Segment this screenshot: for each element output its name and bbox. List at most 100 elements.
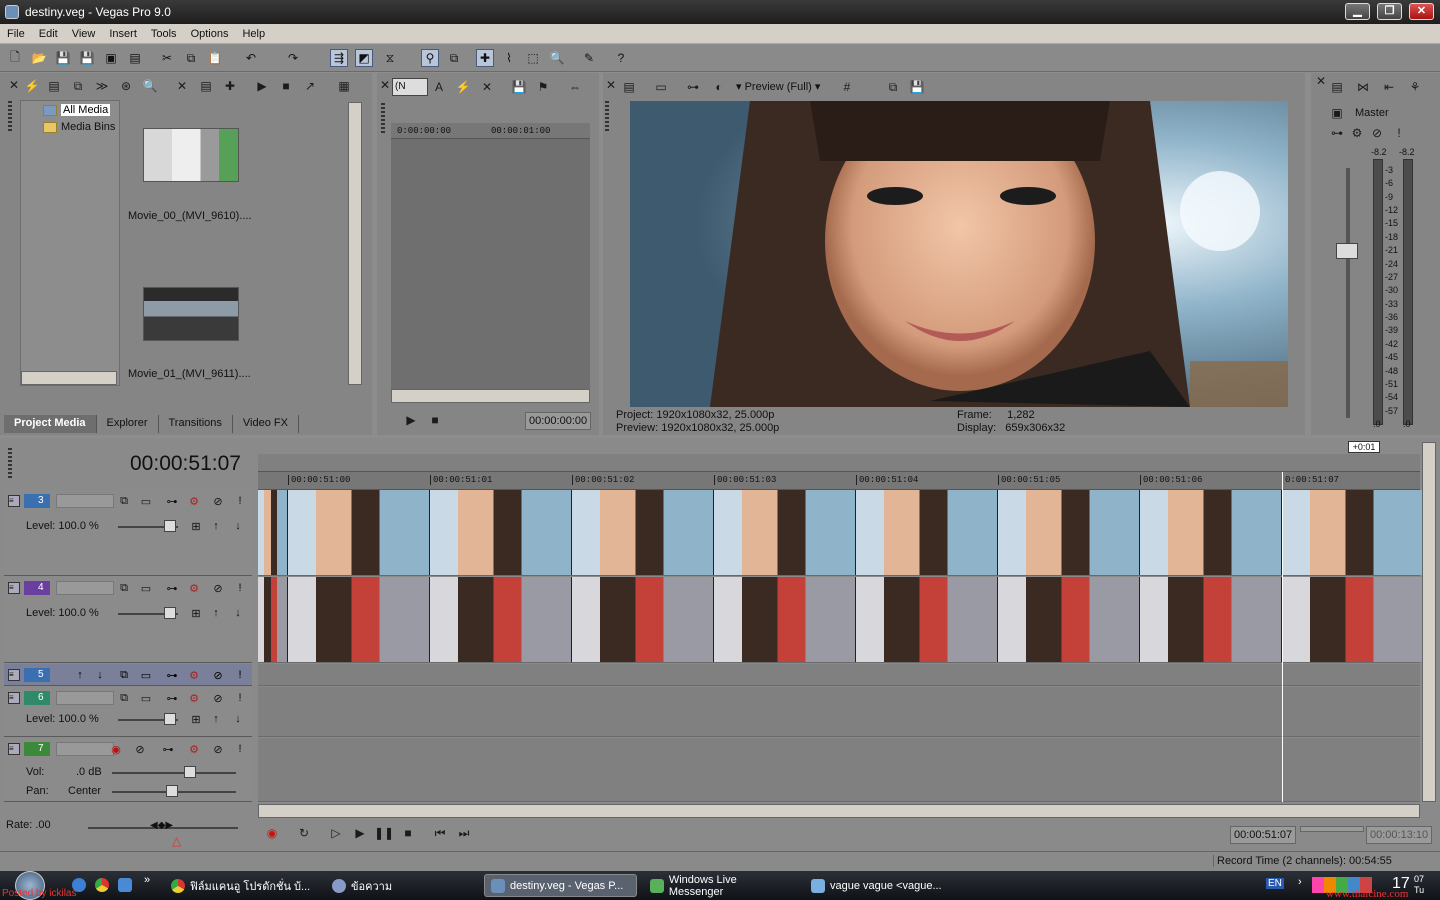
solo-icon[interactable]: ! [232, 741, 248, 757]
solo-icon[interactable]: ! [232, 690, 248, 706]
track-collapse-icon[interactable]: ≡ [8, 582, 20, 594]
clear-icon[interactable]: ✕ [479, 79, 495, 95]
go-to-start-icon[interactable]: ⏮ [432, 825, 448, 841]
media-thumbnail-0[interactable] [143, 128, 239, 182]
playhead[interactable] [1282, 472, 1283, 802]
track-lane-7[interactable] [258, 738, 1420, 802]
trimmer-dropdown[interactable]: (N [392, 78, 428, 96]
auto-ripple-icon[interactable]: ⇶ [330, 49, 348, 67]
minimize-button[interactable]: ▁ [1345, 3, 1370, 20]
track-fx-icon[interactable]: ⚙ [186, 741, 202, 757]
track-lane-3[interactable] [258, 490, 1424, 576]
track-name-field[interactable] [56, 691, 114, 705]
track-fx-icon[interactable]: ⚙ [186, 667, 202, 683]
tray-expand-icon[interactable]: › [1298, 876, 1302, 888]
vol-slider[interactable] [184, 766, 196, 778]
messenger-quicklaunch-icon[interactable] [118, 878, 132, 892]
play-from-start-icon[interactable]: ▷ [328, 825, 344, 841]
close-icon[interactable]: ✕ [603, 77, 619, 93]
media-vscroll[interactable] [348, 102, 362, 385]
solo-icon[interactable]: ! [232, 580, 248, 596]
make-compositing-child-icon[interactable]: ↓ [230, 711, 246, 727]
crossfade-icon[interactable]: ⧖ [381, 49, 399, 67]
preview-quality-dropdown[interactable]: ▾ Preview (Full) ▾ [736, 80, 820, 93]
tab-project-media[interactable]: Project Media [4, 415, 97, 433]
auto-preview-icon[interactable]: ↗ [302, 78, 318, 94]
close-button[interactable]: ✕ [1409, 3, 1434, 20]
play-icon[interactable]: ▶ [254, 78, 270, 94]
make-compositing-parent-icon[interactable]: ↑ [208, 605, 224, 621]
track-lane-6[interactable] [258, 687, 1420, 737]
compositing-icon[interactable]: ⧉ [116, 667, 132, 683]
save-snapshot-icon[interactable]: 💾 [909, 79, 925, 95]
zoom-tool-icon[interactable]: 🔍 [548, 49, 566, 67]
record-icon[interactable]: ◉ [264, 825, 280, 841]
extract-audio-icon[interactable]: ≫ [94, 78, 110, 94]
marker-bar[interactable] [258, 454, 1420, 472]
track-header-5[interactable]: ≡ 5 ↑ ↓ ⧉ ▭ ⊶ ⚙ ⊘ ! [4, 664, 252, 686]
pan-slider[interactable] [166, 785, 178, 797]
snapping-icon[interactable]: ◩ [355, 49, 373, 67]
rate-slider[interactable]: ◀◆▶ [150, 820, 173, 831]
task-messages[interactable]: ข้อความ [326, 874, 476, 897]
stop-icon[interactable]: ■ [278, 78, 294, 94]
stop-icon[interactable]: ■ [427, 412, 443, 428]
tree-item-media-bins[interactable]: Media Bins [43, 121, 115, 133]
task-chat-window[interactable]: vague vague <vague... [805, 874, 955, 897]
dim-icon[interactable]: ⇤ [1381, 79, 1397, 95]
pan-icon[interactable]: ⊶ [1329, 125, 1345, 141]
arm-record-icon[interactable]: ◉ [108, 741, 124, 757]
track-fx-icon[interactable]: ⚙ [186, 690, 202, 706]
make-compositing-child-icon[interactable]: ↓ [92, 667, 108, 683]
parent-icon[interactable]: ▭ [138, 493, 154, 509]
search-media-icon[interactable]: 🔍 [142, 78, 158, 94]
task-live-messenger[interactable]: Windows Live Messenger [644, 874, 799, 898]
menu-options[interactable]: Options [184, 28, 236, 40]
selection-start-field[interactable] [1300, 826, 1364, 832]
track-header-4[interactable]: ≡ 4 ⧉ ▭ ⊶ ⚙ ⊘ ! Level: 100.0 % ⊞ ↑ ↓ [4, 577, 252, 663]
normal-edit-tool-icon[interactable]: ✚ [476, 49, 494, 67]
get-media-icon[interactable]: ⧉ [70, 78, 86, 94]
envelope-tool-icon[interactable]: ⌇ [500, 49, 518, 67]
open-folder-icon[interactable]: 📂 [30, 49, 48, 67]
track-name-field[interactable] [56, 581, 114, 595]
render-icon[interactable]: ▣ [102, 49, 120, 67]
track-header-7-audio[interactable]: ≡ 7 ◉ ⊘ ⊶ ⚙ ⊘ ! Vol: .0 dB Pan: Center [4, 738, 252, 802]
media-fx-icon[interactable]: ✚ [222, 78, 238, 94]
selection-tool-icon[interactable]: ⬚ [524, 49, 542, 67]
views-icon[interactable]: ▦ [336, 78, 352, 94]
tab-explorer[interactable]: Explorer [97, 415, 159, 433]
current-time-field[interactable]: 00:00:51:07 [1230, 826, 1296, 844]
copy-icon[interactable]: ⧉ [182, 49, 200, 67]
fit-icon[interactable]: ⇔ [567, 79, 583, 95]
paste-icon[interactable]: 📋 [206, 49, 224, 67]
track-lane-5[interactable] [258, 664, 1420, 686]
menu-tools[interactable]: Tools [144, 28, 184, 40]
pause-icon[interactable]: ❚❚ [374, 825, 394, 841]
make-compositing-child-icon[interactable]: ↓ [230, 518, 246, 534]
timeline-vscroll[interactable] [1422, 442, 1436, 802]
brush-icon[interactable]: ✎ [580, 49, 598, 67]
copy-snapshot-icon[interactable]: ⧉ [885, 79, 901, 95]
tree-item-all-media[interactable]: All Media [43, 104, 111, 116]
make-compositing-child-icon[interactable]: ↓ [230, 605, 246, 621]
track-motion-icon[interactable]: ⊞ [188, 605, 204, 621]
make-compositing-parent-icon[interactable]: ↑ [208, 518, 224, 534]
fx-icon[interactable]: ⊶ [685, 79, 701, 95]
menu-file[interactable]: File [0, 28, 32, 40]
stop-icon[interactable]: ■ [400, 825, 416, 841]
play-icon[interactable]: ▶ [403, 412, 419, 428]
mute-icon[interactable]: ⊘ [210, 741, 226, 757]
invert-phase-icon[interactable]: ⊘ [132, 741, 148, 757]
timeline-ruler[interactable]: 00:00:51:00 00:00:51:01 00:00:51:02 00:00:5… [258, 472, 1420, 490]
timeline-hscroll[interactable] [258, 804, 1420, 818]
track-fx-icon[interactable]: ⚙ [186, 580, 202, 596]
track-collapse-icon[interactable]: ≡ [8, 692, 20, 704]
properties-icon[interactable]: ▤ [126, 49, 144, 67]
compositing-icon[interactable]: ⧉ [116, 493, 132, 509]
track-collapse-icon[interactable]: ≡ [8, 495, 20, 507]
external-monitor-icon[interactable]: ▭ [653, 79, 669, 95]
task-vegas[interactable]: destiny.veg - Vegas P... [484, 874, 637, 897]
trimmer-hscroll[interactable] [391, 389, 590, 403]
insert-bus-icon[interactable]: ▤ [1329, 79, 1345, 95]
